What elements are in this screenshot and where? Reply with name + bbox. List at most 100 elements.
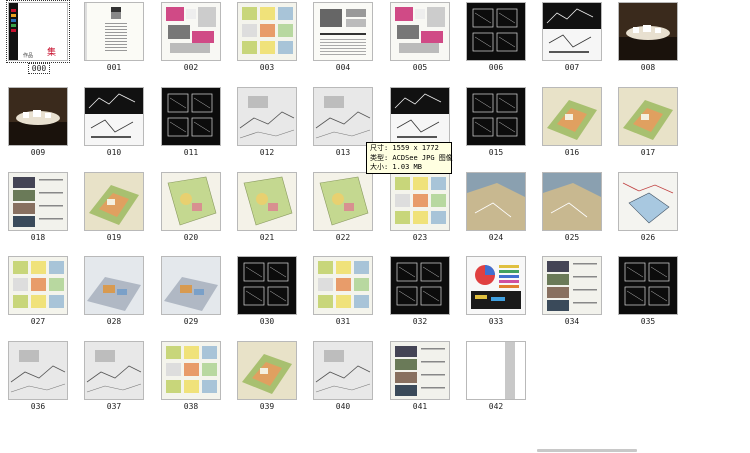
thumbnail-tile[interactable]: 015 <box>458 85 534 161</box>
thumbnail-image[interactable] <box>466 256 526 315</box>
thumbnail-image[interactable] <box>618 172 678 231</box>
thumbnail-image[interactable] <box>542 172 602 231</box>
thumbnail-label: 037 <box>106 402 122 411</box>
thumbnail-image[interactable] <box>618 87 678 146</box>
thumbnail-tile[interactable]: 002 <box>153 0 229 76</box>
thumbnail-tile[interactable]: 019 <box>76 170 152 246</box>
thumbnail-image[interactable] <box>237 341 297 400</box>
thumbnail-tile[interactable]: 041 <box>382 339 458 415</box>
thumbnail-image[interactable] <box>466 87 526 146</box>
thumbnail-tile[interactable]: 025 <box>534 170 610 246</box>
thumbnail-image[interactable] <box>313 87 373 146</box>
thumbnail-label: 033 <box>488 317 504 326</box>
thumbnail-image[interactable] <box>466 341 526 400</box>
thumbnail-image[interactable] <box>390 172 450 231</box>
thumbnail-image[interactable] <box>161 256 221 315</box>
thumbnail-tile[interactable]: 006 <box>458 0 534 76</box>
thumbnail-tile[interactable]: 039 <box>229 339 305 415</box>
thumbnail-tile[interactable]: 037 <box>76 339 152 415</box>
thumbnail-image[interactable] <box>84 172 144 231</box>
thumbnail-image[interactable] <box>161 341 221 400</box>
thumbnail-image[interactable] <box>466 2 526 61</box>
thumbnail-image[interactable] <box>390 256 450 315</box>
thumbnail-image[interactable] <box>161 87 221 146</box>
thumbnail-tile[interactable]: 016 <box>534 85 610 161</box>
thumbnail-tile[interactable]: 018 <box>0 170 76 246</box>
thumbnail-image[interactable] <box>542 87 602 146</box>
thumbnail-tile[interactable]: 023 <box>382 170 458 246</box>
thumbnail-tile[interactable]: 026 <box>610 170 686 246</box>
thumbnail-tile[interactable]: 033 <box>458 254 534 330</box>
thumbnail-label: 008 <box>640 63 656 72</box>
thumbnail-tile[interactable]: 040 <box>305 339 381 415</box>
thumbnail-image[interactable] <box>84 2 144 61</box>
thumbnail-image[interactable] <box>313 172 373 231</box>
thumbnail-tile[interactable]: 035 <box>610 254 686 330</box>
thumbnail-label: 024 <box>488 233 504 242</box>
thumbnail-label: 009 <box>30 148 46 157</box>
thumbnail-tile[interactable]: 036 <box>0 339 76 415</box>
thumbnail-image[interactable] <box>542 256 602 315</box>
thumbnail-image[interactable] <box>84 87 144 146</box>
thumbnail-tile[interactable]: 008 <box>610 0 686 76</box>
thumbnail-label: 010 <box>106 148 122 157</box>
thumbnail-image[interactable] <box>84 341 144 400</box>
thumbnail-image[interactable] <box>237 2 297 61</box>
thumbnail-label: 019 <box>106 233 122 242</box>
thumbnail-tile[interactable]: 010 <box>76 85 152 161</box>
thumbnail-tile[interactable]: 007 <box>534 0 610 76</box>
thumbnail-image[interactable] <box>161 2 221 61</box>
cover-glyph: 集 <box>47 46 56 58</box>
thumbnail-tile[interactable]: 028 <box>76 254 152 330</box>
thumbnail-label: 029 <box>183 317 199 326</box>
thumbnail-tile[interactable]: 017 <box>610 85 686 161</box>
thumbnail-label: 016 <box>564 148 580 157</box>
thumbnail-tile[interactable]: 038 <box>153 339 229 415</box>
thumbnail-tile[interactable]: 032 <box>382 254 458 330</box>
thumbnail-tile[interactable]: 030 <box>229 254 305 330</box>
thumbnail-tile[interactable]: 012 <box>229 85 305 161</box>
thumbnail-image[interactable] <box>618 256 678 315</box>
thumbnail-image[interactable] <box>161 172 221 231</box>
svg-text:作品: 作品 <box>23 52 33 59</box>
thumbnail-tile[interactable]: 021 <box>229 170 305 246</box>
thumbnail-tile[interactable]: 024 <box>458 170 534 246</box>
thumbnail-tile[interactable]: 001 <box>76 0 152 76</box>
thumbnail-image[interactable] <box>313 341 373 400</box>
thumbnail-tile[interactable]: 011 <box>153 85 229 161</box>
thumbnail-tile[interactable]: 集作品 000 <box>0 0 76 76</box>
thumbnail-tile[interactable]: 022 <box>305 170 381 246</box>
thumbnail-tile[interactable]: 027 <box>0 254 76 330</box>
thumbnail-image[interactable] <box>8 341 68 400</box>
thumbnail-tile[interactable]: 042 <box>458 339 534 415</box>
thumbnail-label: 032 <box>412 317 428 326</box>
thumbnail-tile[interactable]: 003 <box>229 0 305 76</box>
thumbnail-label: 025 <box>564 233 580 242</box>
thumbnail-image[interactable] <box>313 256 373 315</box>
thumbnail-tile[interactable]: 031 <box>305 254 381 330</box>
thumbnail-tile[interactable]: 029 <box>153 254 229 330</box>
thumbnail-image[interactable] <box>8 172 68 231</box>
thumbnail-image[interactable] <box>542 2 602 61</box>
tooltip-type: 类型: ACDSee JPG 图像 <box>370 153 453 162</box>
thumbnail-image[interactable] <box>8 87 68 146</box>
thumbnail-image[interactable] <box>8 256 68 315</box>
thumbnail-tile[interactable]: 005 <box>382 0 458 76</box>
thumbnail-image[interactable] <box>237 256 297 315</box>
thumbnail-tile[interactable]: 004 <box>305 0 381 76</box>
thumbnail-tile[interactable]: 009 <box>0 85 76 161</box>
horizontal-scrollbar[interactable] <box>537 449 637 452</box>
thumbnail-image[interactable] <box>618 2 678 61</box>
thumbnail-label: 012 <box>259 148 275 157</box>
thumbnail-image[interactable] <box>313 2 373 61</box>
thumbnail-image[interactable] <box>84 256 144 315</box>
thumbnail-image[interactable] <box>237 87 297 146</box>
thumbnail-image[interactable] <box>390 2 450 61</box>
thumbnail-image[interactable] <box>466 172 526 231</box>
thumbnail-tile[interactable]: 034 <box>534 254 610 330</box>
thumbnail-tile[interactable]: 020 <box>153 170 229 246</box>
thumbnail-image[interactable]: 集作品 <box>6 0 70 63</box>
thumbnail-image[interactable] <box>237 172 297 231</box>
thumbnail-image[interactable] <box>390 341 450 400</box>
thumbnail-image[interactable] <box>390 87 450 146</box>
